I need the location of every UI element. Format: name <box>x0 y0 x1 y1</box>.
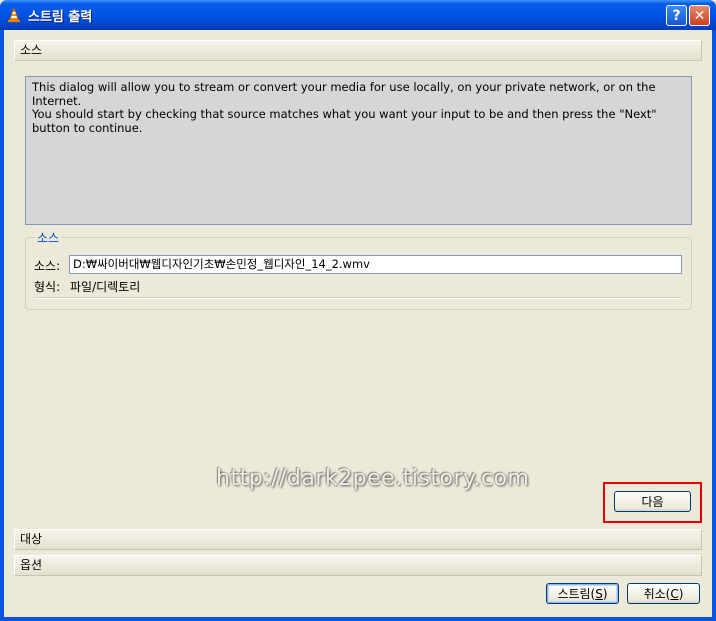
section-header-options[interactable]: 옵션 <box>14 555 702 576</box>
section-header-label: 옵션 <box>20 558 43 572</box>
title-bar[interactable]: 스트림 출력 ? ✕ <box>0 0 716 30</box>
section-header-destination[interactable]: 대상 <box>14 529 702 550</box>
stream-output-dialog: 스트림 출력 ? ✕ 소스 This dialog will allow you… <box>0 0 716 621</box>
source-group-legend: 소스 <box>35 229 62 246</box>
group-divider <box>34 297 682 299</box>
dialog-body: 소스 This dialog will allow you to stream … <box>4 30 712 617</box>
window-title: 스트림 출력 <box>28 10 93 25</box>
help-icon: ? <box>672 7 681 24</box>
info-line-2: You should start by checking that source… <box>32 107 657 135</box>
type-label: 형식: <box>34 280 61 294</box>
cancel-label-prefix: 취소( <box>643 587 671 601</box>
info-text-box: This dialog will allow you to stream or … <box>25 76 692 225</box>
stream-button[interactable]: 스트림(S) <box>546 583 619 604</box>
stream-label-prefix: 스트림( <box>557 587 596 601</box>
section-header-label: 소스 <box>20 43 43 57</box>
info-line-1: This dialog will allow you to stream or … <box>32 80 656 108</box>
source-path-field[interactable]: D:₩싸이버대₩웹디자인기초₩손민정_웹디자인_14_2.wmv <box>69 255 682 274</box>
watermark-text: http://dark2pee.tistory.com <box>216 466 530 491</box>
section-header-source[interactable]: 소스 <box>14 40 702 61</box>
stream-label-suffix: ) <box>602 586 608 601</box>
source-label: 소스: <box>34 259 61 273</box>
type-value: 파일/디렉토리 <box>70 280 141 294</box>
help-button[interactable]: ? <box>666 5 687 26</box>
close-icon: ✕ <box>693 7 706 24</box>
window-bottom-border <box>0 617 716 621</box>
stream-accel-key: S <box>595 586 603 601</box>
cancel-label-suffix: ) <box>678 586 684 601</box>
source-group: 소스 소스: D:₩싸이버대₩웹디자인기초₩손민정_웹디자인_14_2.wmv … <box>25 229 692 310</box>
cancel-accel-key: C <box>670 586 679 601</box>
section-header-label: 대상 <box>20 532 43 546</box>
vlc-cone-icon <box>7 7 21 23</box>
next-button-label: 다음 <box>641 495 664 509</box>
cancel-button[interactable]: 취소(C) <box>627 583 700 604</box>
close-button[interactable]: ✕ <box>689 5 710 26</box>
next-button[interactable]: 다음 <box>614 491 691 512</box>
